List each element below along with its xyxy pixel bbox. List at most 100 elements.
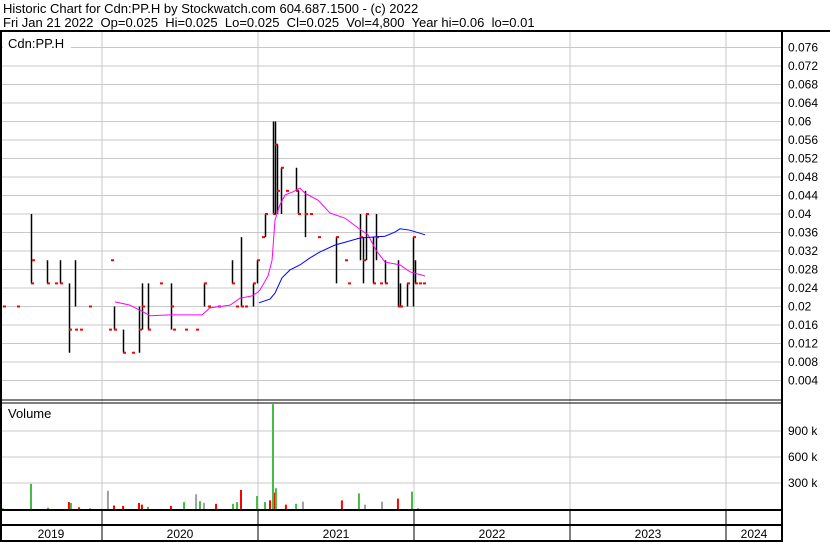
volume-bar [274,488,277,509]
close-marker [348,282,351,285]
volume-tick-label: 300 k [788,476,818,490]
volume-bar [396,498,399,509]
close-marker [277,189,280,192]
year-label: 2022 [479,527,506,541]
volume-bar [137,502,140,509]
close-marker [89,305,92,308]
close-marker [245,305,248,308]
volume-bar [256,496,259,509]
volume-bar [239,489,242,509]
volume-bar [106,490,109,509]
close-marker [148,328,151,331]
price-tick-label: 0.016 [788,318,818,332]
close-marker [385,282,388,285]
close-marker [69,328,72,331]
close-marker [310,213,313,215]
close-marker [241,305,244,308]
close-marker [363,259,366,262]
volume-bar [78,507,81,509]
volume-tick-label: 600 k [788,450,818,464]
close-marker [423,282,426,285]
volume-bar [215,503,218,509]
volume-bar [122,505,125,509]
price-tick-label: 0.02 [788,300,812,314]
price-tick-label: 0.056 [788,133,818,147]
close-marker [171,305,174,308]
year-label: 2023 [635,527,662,541]
close-marker [173,328,176,331]
close-marker [208,305,211,308]
close-marker [111,259,114,262]
close-marker [55,282,58,285]
price-tick-label: 0.048 [788,170,818,184]
close-marker [185,328,188,331]
volume-bar [301,501,304,509]
price-tick-label: 0.06 [788,115,812,129]
price-tick-label: 0.044 [788,189,818,203]
close-marker [286,189,289,192]
close-marker [265,213,268,215]
price-tick-label: 0.052 [788,152,818,166]
close-marker [123,351,126,354]
close-marker [47,282,50,285]
volume-tick-label: 900 k [788,424,818,438]
price-tick-label: 0.008 [788,355,818,369]
close-marker [109,328,112,331]
year-label: 2024 [741,527,768,541]
close-marker [75,328,78,331]
chart-title: Historic Chart for Cdn:PP.H by Stockwatc… [3,1,418,16]
price-tick-label: 0.036 [788,226,818,240]
volume-bar [183,502,186,509]
close-marker [196,328,199,331]
volume-bar [113,505,116,509]
close-marker [139,328,142,331]
close-marker [257,259,260,262]
volume-bar [271,404,274,509]
volume-bar [47,507,50,509]
volume-bar [88,508,91,509]
volume-bar [284,504,287,509]
volume-bar [264,502,267,509]
close-marker [80,328,83,331]
quote-summary: Fri Jan 21 2022 Op=0.025 Hi=0.025 Lo=0.0… [3,15,535,30]
close-marker [336,236,339,239]
price-tick-label: 0.028 [788,263,818,277]
close-marker [17,305,20,308]
price-tick-label: 0.068 [788,78,818,92]
price-tick-label: 0.032 [788,244,818,258]
close-marker [262,236,265,239]
close-marker [3,305,6,308]
close-marker [142,305,145,308]
price-tick-label: 0.04 [788,207,812,221]
close-marker [232,282,235,285]
close-marker [413,236,416,239]
volume-bar [269,500,272,509]
close-marker [400,305,403,308]
close-marker [345,259,348,262]
volume-bar [417,508,420,509]
close-marker [407,282,410,285]
volume-bar [232,503,235,509]
volume-bar [140,504,143,509]
volume-bar [69,502,72,509]
close-marker [281,166,284,169]
close-marker [60,282,63,285]
close-marker [305,213,308,215]
price-tick-label: 0.004 [788,374,818,388]
volume-bar [357,493,360,509]
volume-bar [235,502,238,509]
close-marker [298,213,301,215]
close-marker [419,282,422,285]
short-moving-average-line [114,187,426,317]
close-marker [160,282,163,285]
close-marker [253,282,256,285]
volume-bar [410,491,413,509]
volume-bar [364,504,367,509]
volume-label: Volume [8,406,51,421]
price-tick-label: 0.024 [788,281,818,295]
price-tick-label: 0.064 [788,96,818,110]
close-marker [380,282,383,285]
close-marker [132,351,135,354]
grid [0,32,782,510]
price-tick-label: 0.012 [788,337,818,351]
